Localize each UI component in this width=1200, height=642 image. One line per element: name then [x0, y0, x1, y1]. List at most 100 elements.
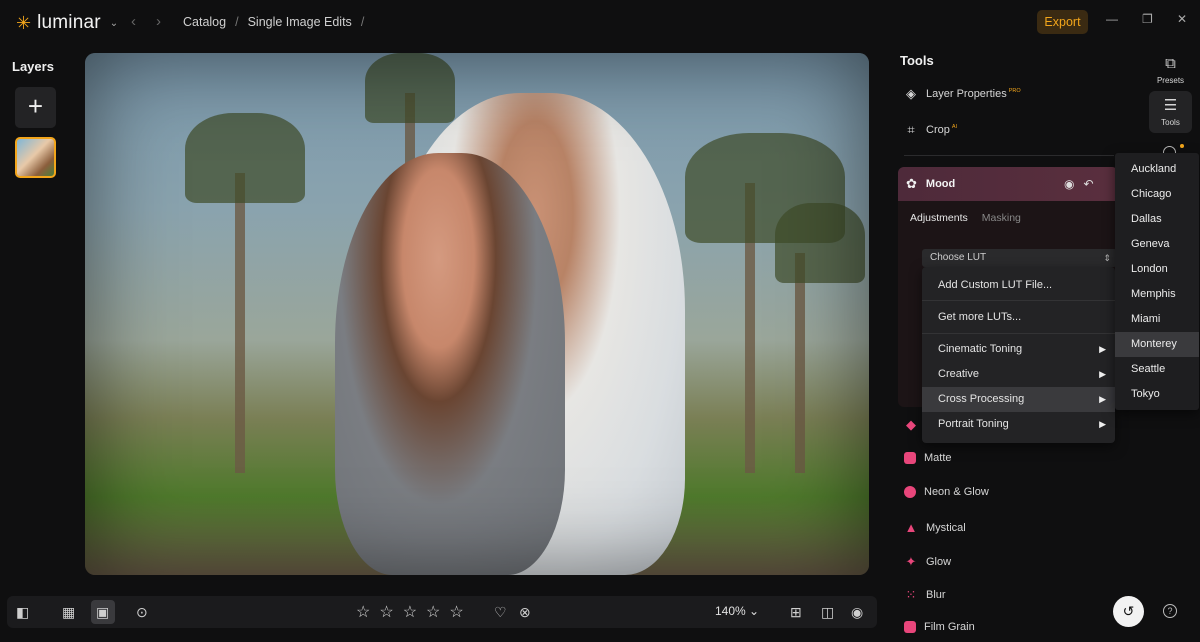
zoom-level[interactable]: 140% ⌄ [715, 604, 759, 618]
submenu-item-london[interactable]: London [1115, 257, 1199, 282]
menu-item-get-more-luts[interactable]: Get more LUTs... [922, 305, 1115, 330]
presets-label: Presets [1156, 76, 1185, 85]
close-icon[interactable]: ✕ [1177, 12, 1187, 26]
help-icon[interactable]: ? [1163, 604, 1177, 618]
tool-glow[interactable]: ✦ Glow [904, 554, 952, 570]
reject-icon[interactable]: ⊗ [519, 603, 531, 621]
film-grain-icon [904, 621, 916, 633]
menu-item-creative[interactable]: Creative ▶ [922, 362, 1115, 387]
grid-view-icon[interactable]: ▦ [62, 603, 75, 621]
menu-separator [922, 333, 1115, 334]
matte-icon [904, 452, 916, 464]
add-layer-button[interactable]: + [15, 87, 56, 128]
presets-icon: ⧉ [1165, 55, 1176, 72]
presets-button[interactable]: ⧉ Presets [1149, 50, 1192, 92]
chat-assistant-button[interactable]: ↺ [1113, 596, 1144, 627]
eye-icon[interactable]: ◉ [851, 603, 863, 621]
submenu-item-dallas[interactable]: Dallas [1115, 207, 1199, 232]
mood-tabs: Adjustments Masking [898, 201, 1118, 235]
breadcrumb: Catalog / Single Image Edits / [183, 15, 364, 29]
tab-masking[interactable]: Masking [982, 212, 1021, 224]
menu-item-cross-processing[interactable]: Cross Processing ▶ [922, 387, 1115, 412]
tool-label: Film Grain [924, 621, 975, 633]
submenu-item-memphis[interactable]: Memphis [1115, 282, 1199, 307]
notification-dot [1180, 144, 1184, 148]
photo-canvas[interactable] [85, 53, 869, 575]
submenu-item-monterey[interactable]: Monterey [1115, 332, 1199, 357]
heart-icon[interactable]: ♡ [494, 603, 507, 621]
more-options-icon[interactable]: ⊙ [136, 603, 148, 621]
tool-label: Glow [926, 556, 952, 568]
compare-icon[interactable]: ◫ [821, 603, 834, 621]
back-arrow-icon[interactable]: ‹ [131, 13, 136, 30]
tools-label: Tools [1161, 118, 1180, 127]
app-logo[interactable]: ✳ luminar ⌄ [16, 12, 118, 34]
tool-label: Layer Properties [926, 88, 1007, 100]
menu-item-cinematic-toning[interactable]: Cinematic Toning ▶ [922, 337, 1115, 362]
tool-matte[interactable]: Matte [904, 452, 952, 464]
star-icon[interactable]: ☆ [449, 602, 463, 622]
tool-crop[interactable]: ⌗ Crop AI [904, 122, 957, 138]
breadcrumb-catalog[interactable]: Catalog [183, 15, 226, 29]
submenu-arrow-icon: ▶ [1099, 369, 1106, 379]
submenu-arrow-icon: ▶ [1099, 419, 1106, 429]
tool-label: Blur [926, 589, 946, 601]
zoom-value: 140% [715, 604, 746, 618]
mood-actions: ◉ ↶ [1064, 177, 1094, 191]
bottom-toolbar: ◧ ▦ ▣ ⊙ ☆ ☆ ☆ ☆ ☆ ♡ ⊗ 140% ⌄ ⊞ ◫ ◉ [7, 596, 877, 628]
submenu-item-miami[interactable]: Miami [1115, 307, 1199, 332]
tools-button[interactable]: ☰ Tools [1149, 91, 1192, 133]
layer-thumbnail[interactable] [15, 137, 56, 178]
rating-stars[interactable]: ☆ ☆ ☆ ☆ ☆ [356, 602, 464, 622]
crop-icon: ⌗ [907, 122, 915, 137]
breadcrumb-single-image-edits[interactable]: Single Image Edits [248, 15, 352, 29]
toggle-sidebar-icon[interactable]: ◧ [16, 603, 29, 621]
submenu-item-chicago[interactable]: Chicago [1115, 182, 1199, 207]
layers-icon: ◈ [906, 86, 916, 101]
tool-blur[interactable]: ⁙ Blur [904, 587, 946, 603]
breadcrumb-separator: / [360, 15, 365, 29]
paint-bucket-icon: ◆ [906, 417, 916, 432]
single-image-view-icon[interactable]: ▣ [96, 603, 109, 621]
menu-item-add-custom-lut[interactable]: Add Custom LUT File... [922, 273, 1115, 298]
submenu-item-auckland[interactable]: Auckland [1115, 157, 1199, 182]
tool-paint-bucket[interactable]: ◆ [904, 417, 918, 433]
tool-layer-properties[interactable]: ◈ Layer Properties PRO [904, 86, 1021, 102]
star-icon[interactable]: ☆ [403, 602, 417, 622]
restore-icon[interactable]: ❐ [1142, 12, 1153, 26]
tool-label: Matte [924, 452, 952, 464]
submenu-item-seattle[interactable]: Seattle [1115, 357, 1199, 382]
undo-icon[interactable]: ↶ [1083, 177, 1093, 191]
lut-select[interactable]: Choose LUT ⇕ [922, 249, 1117, 267]
submenu-item-tokyo[interactable]: Tokyo [1115, 382, 1199, 407]
submenu-arrow-icon: ▶ [1099, 344, 1106, 354]
top-bar: ✳ luminar ⌄ ‹ › Catalog / Single Image E… [0, 0, 1200, 44]
minimize-icon[interactable]: — [1106, 12, 1118, 26]
star-icon[interactable]: ☆ [379, 602, 393, 622]
forward-arrow-icon[interactable]: › [156, 13, 161, 30]
tool-mystical[interactable]: ▲ Mystical [904, 520, 966, 535]
tab-adjustments[interactable]: Adjustments [910, 212, 968, 224]
sliders-icon: ☰ [1163, 97, 1178, 114]
select-caret-icon: ⇕ [1103, 253, 1111, 263]
submenu-arrow-icon: ▶ [1099, 394, 1106, 404]
export-button[interactable]: Export [1037, 10, 1088, 34]
tool-label: Crop [926, 124, 950, 136]
luminar-star-icon: ✳ [16, 13, 32, 33]
tool-film-grain[interactable]: Film Grain [904, 621, 975, 633]
cross-processing-submenu: Auckland Chicago Dallas Geneva London Me… [1115, 153, 1199, 410]
divider [904, 155, 1114, 156]
chevron-down-icon: ⌄ [109, 17, 119, 29]
tool-label: Mystical [926, 521, 966, 534]
tool-neon-glow[interactable]: Neon & Glow [904, 486, 989, 498]
menu-item-portrait-toning[interactable]: Portrait Toning ▶ [922, 412, 1115, 437]
pro-badge: PRO [1008, 88, 1021, 95]
sparkle-icon: ✦ [905, 554, 917, 569]
visibility-eye-icon[interactable]: ◉ [1064, 177, 1074, 191]
star-icon[interactable]: ☆ [356, 602, 370, 622]
histogram-icon[interactable]: ⊞ [790, 603, 802, 621]
blur-icon: ⁙ [905, 587, 917, 602]
tool-label: Neon & Glow [924, 486, 989, 498]
submenu-item-geneva[interactable]: Geneva [1115, 232, 1199, 257]
star-icon[interactable]: ☆ [426, 602, 440, 622]
